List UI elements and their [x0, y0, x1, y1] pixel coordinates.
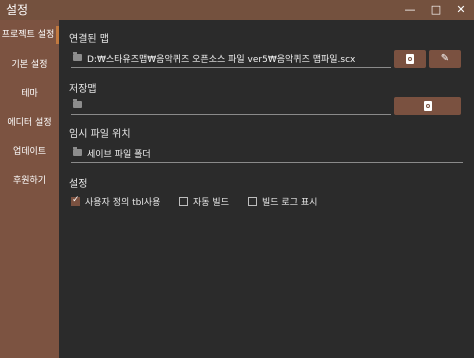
temp-location-value: 세이브 파일 폴더	[87, 150, 151, 160]
sidebar-item-donate[interactable]: 후원하기	[0, 172, 59, 190]
linked-map-path: D:₩스타유즈맵₩음악퀴즈 오픈소스 파일 ver5₩음악퀴즈 맵파일.scx	[87, 55, 356, 65]
edit-linked-map-button[interactable]: ✎	[429, 50, 461, 68]
sidebar: 프로젝트 설정 기본 설정 테마 에디터 설정 업데이트 후원하기	[0, 20, 59, 358]
file-search-icon	[406, 54, 414, 64]
build-log-label: 빌드 로그 표시	[262, 198, 318, 208]
title-bar: 설정 — □ ✕	[0, 0, 474, 20]
linked-map-label: 연결된 맵	[69, 34, 109, 45]
minimize-button[interactable]: —	[400, 1, 420, 19]
folder-icon	[73, 147, 82, 156]
settings-panel: 연결된 맵 D:₩스타유즈맵₩음악퀴즈 오픈소스 파일 ver5₩음악퀴즈 맵파…	[59, 20, 474, 358]
pencil-icon: ✎	[440, 53, 450, 64]
save-map-label: 저장맵	[69, 84, 97, 95]
browse-linked-map-button[interactable]	[394, 50, 426, 68]
custom-tbl-checkbox[interactable]: 사용자 정의 tbl사용	[71, 195, 160, 208]
sidebar-item-project-settings[interactable]: 프로젝트 설정	[0, 26, 59, 44]
browse-save-map-button[interactable]	[394, 97, 461, 115]
file-search-icon	[423, 101, 432, 111]
temp-location-field[interactable]: 세이브 파일 폴더	[71, 146, 463, 163]
folder-icon	[73, 99, 82, 108]
auto-build-checkbox[interactable]: 자동 빌드	[179, 195, 229, 208]
auto-build-label: 자동 빌드	[193, 198, 229, 208]
sidebar-item-theme[interactable]: 테마	[0, 85, 59, 103]
folder-icon	[73, 52, 82, 61]
close-button[interactable]: ✕	[451, 1, 471, 19]
checkbox-icon	[179, 197, 188, 206]
save-map-field[interactable]	[71, 98, 391, 115]
options-label: 설정	[69, 179, 88, 190]
build-log-checkbox[interactable]: 빌드 로그 표시	[248, 195, 317, 208]
temp-location-label: 임시 파일 위치	[69, 129, 131, 140]
checkbox-icon	[248, 197, 257, 206]
window-title: 설정	[6, 3, 29, 17]
maximize-button[interactable]: □	[426, 1, 446, 19]
checkbox-checked-icon	[71, 195, 80, 206]
sidebar-item-editor-settings[interactable]: 에디터 설정	[0, 114, 59, 132]
linked-map-field[interactable]: D:₩스타유즈맵₩음악퀴즈 오픈소스 파일 ver5₩음악퀴즈 맵파일.scx	[71, 51, 391, 68]
custom-tbl-label: 사용자 정의 tbl사용	[85, 198, 161, 208]
sidebar-item-basic-settings[interactable]: 기본 설정	[0, 56, 59, 74]
sidebar-item-update[interactable]: 업데이트	[0, 143, 59, 161]
